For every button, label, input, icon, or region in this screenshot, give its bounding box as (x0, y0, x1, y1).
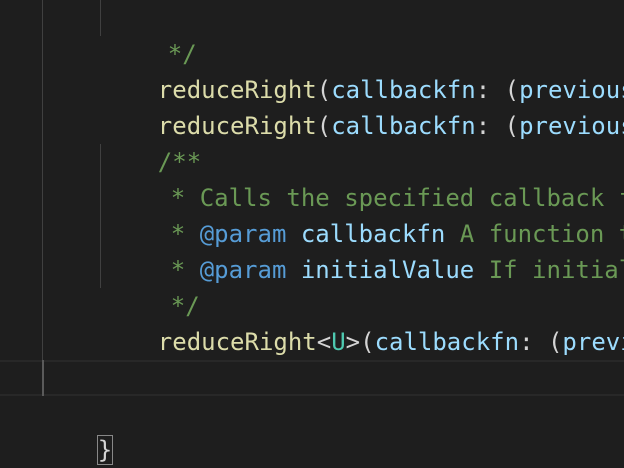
code-line[interactable]: * Calls the specified callback funct (0, 144, 624, 212)
active-indent-guide (42, 360, 44, 396)
code-line[interactable]: reduceRight<U>(callbackfn: (previousV (0, 288, 624, 356)
code-line[interactable]: reduceRight(callbackfn: (previousValu (0, 72, 624, 140)
current-line[interactable]: [n: number]: T; (0, 360, 624, 396)
code-line[interactable]: * @param initialValue If initialValu (0, 216, 624, 284)
code-line[interactable]: reduceRight(callbackfn: (previousValu (0, 36, 624, 104)
code-line-empty[interactable] (0, 324, 624, 360)
code-line[interactable]: /** (0, 108, 624, 176)
code-editor[interactable]: */ reduceRight(callbackfn: (previousValu… (0, 0, 624, 468)
code-line[interactable]: */ (0, 0, 624, 68)
closing-brace: } (58, 435, 114, 465)
code-line[interactable]: */ (0, 252, 624, 320)
code-line[interactable]: } (0, 396, 624, 465)
bracket-match-highlight: } (96, 435, 114, 465)
code-line[interactable]: * @param callbackfn A function that (0, 180, 624, 248)
